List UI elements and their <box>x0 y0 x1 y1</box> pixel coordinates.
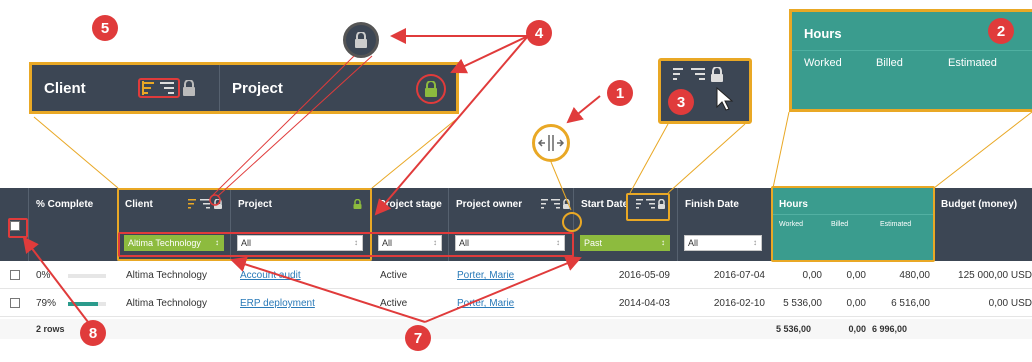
cell-worked: 0,00 <box>802 270 822 281</box>
start-filter-value: Past <box>584 238 603 248</box>
total-estimated: 6 996,00 <box>872 324 908 334</box>
callout-badge-3: 3 <box>668 89 694 115</box>
sort-icons-frame <box>626 193 670 221</box>
cursor-icon <box>716 87 734 111</box>
column-budget-label: Budget (money) <box>941 199 1018 210</box>
column-complete-label: % Complete <box>36 199 94 210</box>
zoom-hours-billed: Billed <box>876 57 903 69</box>
cell-owner-link[interactable]: Porter, Marie <box>457 262 514 289</box>
cell-budget: 125 000,00 USD <box>958 270 1032 281</box>
chevron-down-icon: ↕ <box>661 238 665 247</box>
total-worked: 5 536,00 <box>776 324 812 334</box>
cell-start-date: 2016-05-09 <box>618 270 670 281</box>
owner-sort-lock-icons[interactable] <box>541 199 571 209</box>
zoom-hours-separator <box>792 50 1032 51</box>
start-filter-select[interactable]: Past ↕ <box>580 235 670 251</box>
column-owner-label: Project owner <box>456 199 523 210</box>
row-checkbox[interactable] <box>10 298 20 308</box>
column-stage-label: Project stage <box>379 199 442 210</box>
column-finish-date[interactable]: Finish Date All ↕ <box>678 188 773 261</box>
progress-bar <box>68 302 106 306</box>
callout-badge-7: 7 <box>405 325 431 351</box>
cell-start-date: 2014-04-03 <box>618 298 670 309</box>
zoom-hours-estimated: Estimated <box>948 57 997 69</box>
column-complete[interactable]: % Complete <box>29 188 118 261</box>
sort-asc-icon[interactable] <box>142 81 176 95</box>
callout-badge-4: 4 <box>526 20 552 46</box>
zoomed-header-client-project: Client Project <box>29 62 459 114</box>
select-all-highlight <box>8 218 28 238</box>
finish-filter-select[interactable]: All ↕ <box>684 235 762 251</box>
cell-billed: 0,00 <box>846 298 866 309</box>
project-lock-highlight <box>416 74 446 104</box>
table-row[interactable]: 79% Altima Technology ERP deployment Act… <box>0 290 1032 317</box>
finish-filter-value: All <box>688 238 699 248</box>
cell-owner-link[interactable]: Porter, Marie <box>457 290 514 317</box>
lock-icon[interactable] <box>182 80 196 96</box>
cell-budget: 0,00 USD <box>988 298 1032 309</box>
sort-icons-highlight <box>138 78 180 98</box>
cell-finish-date: 2016-07-04 <box>713 270 765 281</box>
cell-project-link[interactable]: Account audit <box>240 262 301 289</box>
resize-handle-callout <box>532 124 570 162</box>
column-budget[interactable]: Budget (money) <box>934 188 1032 261</box>
cell-billed: 0,00 <box>846 270 866 281</box>
zoom-client-label: Client <box>44 79 86 97</box>
zoom-project-label: Project <box>232 79 283 97</box>
cell-project-link[interactable]: ERP deployment <box>240 290 315 317</box>
total-billed: 0,00 <box>848 324 866 334</box>
column-start-label: Start Date <box>581 199 629 210</box>
hours-frame <box>771 186 935 262</box>
cell-complete: 79% <box>36 298 57 309</box>
sort-lock-icon-group <box>673 67 723 82</box>
progress-fill <box>68 302 99 306</box>
filter-row-highlight <box>118 232 574 257</box>
zoom-hours-worked: Worked <box>804 57 842 69</box>
cell-worked: 5 536,00 <box>783 298 822 309</box>
callout-badge-8: 8 <box>80 320 106 346</box>
cell-complete: 0% <box>36 270 51 281</box>
grid-footer: 2 rows 5 536,00 0,00 6 996,00 <box>0 319 1032 339</box>
lock-zoom-callout <box>343 22 379 58</box>
row-count: 2 rows <box>36 324 65 334</box>
callout-badge-2: 2 <box>988 18 1014 44</box>
cell-stage: Active <box>380 298 408 309</box>
callout-badge-1: 1 <box>607 80 633 106</box>
cell-estimated: 480,00 <box>899 270 930 281</box>
cell-stage: Active <box>380 270 408 281</box>
zoom-client-icons <box>138 78 196 98</box>
chevron-down-icon: ↕ <box>753 238 757 247</box>
cell-client: Altima Technology <box>126 270 207 281</box>
row-checkbox[interactable] <box>10 270 20 280</box>
callout-badge-5: 5 <box>92 15 118 41</box>
progress-bar <box>68 274 106 278</box>
cell-estimated: 6 516,00 <box>891 298 930 309</box>
zoom-column-divider <box>219 65 220 111</box>
zoom-hours-title: Hours <box>804 26 842 41</box>
column-finish-label: Finish Date <box>685 199 739 210</box>
table-row[interactable]: 0% Altima Technology Account audit Activ… <box>0 262 1032 289</box>
cell-client: Altima Technology <box>126 298 207 309</box>
lock-icon[interactable] <box>424 81 438 97</box>
lock-icon <box>355 32 367 48</box>
cell-finish-date: 2016-02-10 <box>713 298 765 309</box>
resize-handle-icon <box>537 135 565 151</box>
